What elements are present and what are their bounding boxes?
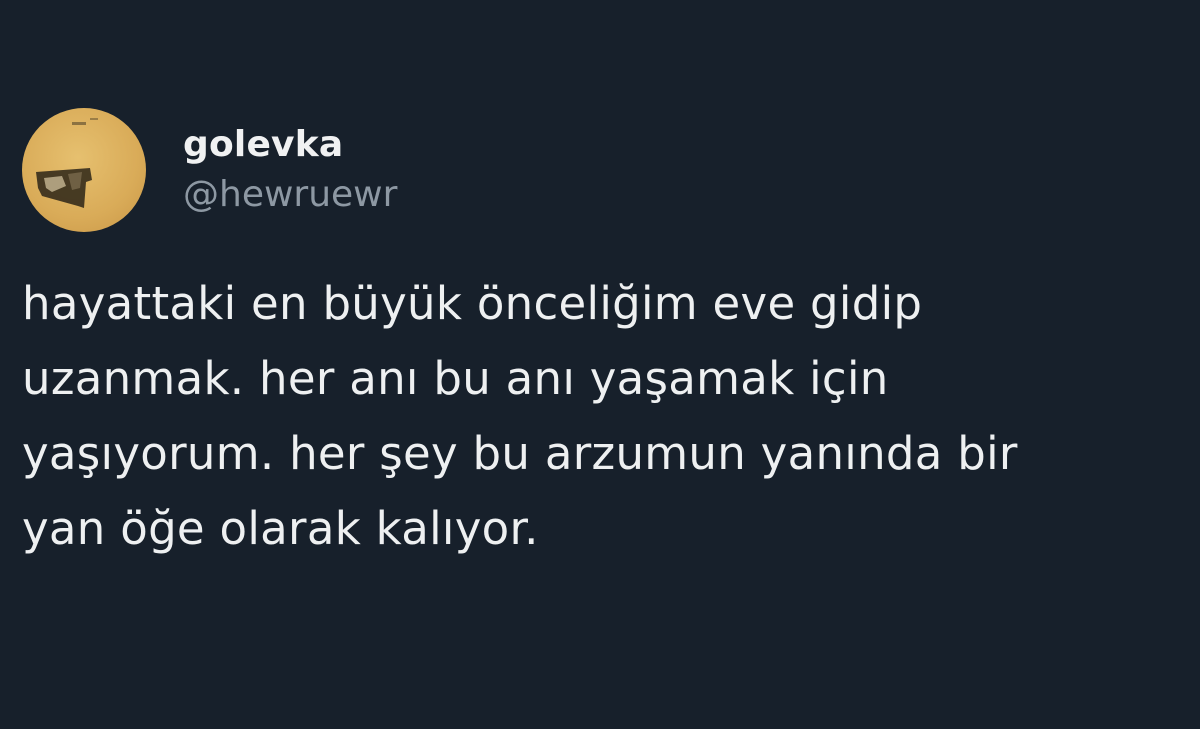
user-handle[interactable]: @hewruewr: [183, 173, 397, 217]
tweet-header: golevka @hewruewr: [22, 108, 397, 232]
avatar-image-icon: [36, 118, 98, 208]
author-names: golevka @hewruewr: [183, 123, 397, 217]
avatar[interactable]: [22, 108, 146, 232]
display-name[interactable]: golevka: [183, 123, 397, 167]
tweet-text: hayattaki en büyük önceliğim eve gidip u…: [22, 277, 1018, 555]
tweet-card: golevka @hewruewr hayattaki en büyük önc…: [0, 0, 1200, 729]
